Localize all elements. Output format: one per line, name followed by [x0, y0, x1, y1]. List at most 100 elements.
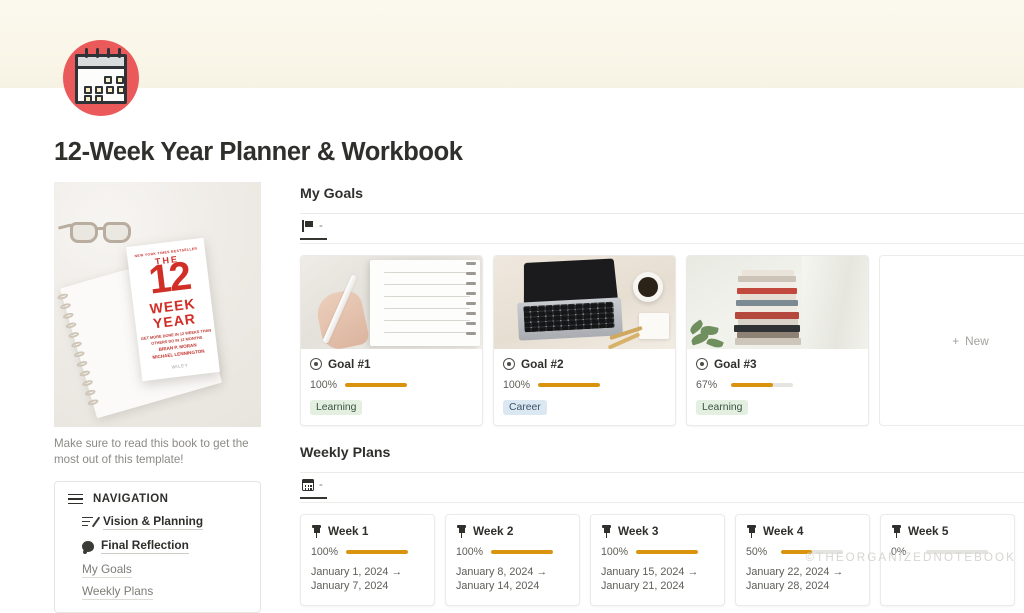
week-progress-bar — [346, 550, 408, 553]
goal-progress-bar — [731, 383, 793, 386]
book-caption: Make sure to read this book to get the m… — [54, 436, 261, 467]
goal-progress: 100% — [503, 379, 666, 391]
week-title: Week 3 — [618, 524, 658, 538]
nav-sub-label: My Goals — [82, 562, 132, 578]
vision-planning-icon — [82, 517, 96, 528]
week-date-range: January 15, 2024 → January 21, 2024 — [601, 565, 714, 594]
week-card[interactable]: Week 5 0% — [880, 514, 1015, 606]
goals-view-tab[interactable]: - — [300, 220, 327, 240]
goal-card[interactable]: Goal #2 100% Career — [493, 255, 676, 426]
goals-view-tab-label: - — [319, 220, 323, 232]
banner-gradient — [0, 0, 1024, 88]
weekly-plans-heading: Weekly Plans — [300, 445, 1024, 461]
new-goal-label: New — [965, 334, 989, 348]
laptop-desk-photo — [494, 256, 675, 349]
week-card[interactable]: Week 1 100% January 1, 2024 → January 7,… — [300, 514, 435, 606]
goal-progress-pct: 100% — [503, 379, 530, 391]
goal-progress-pct: 67% — [696, 379, 723, 391]
calendar-glyph — [75, 54, 127, 104]
book-stack-photo — [687, 256, 868, 349]
week-cards-row: Week 1 100% January 1, 2024 → January 7,… — [300, 514, 1024, 606]
goal-tag: Learning — [696, 400, 748, 415]
weekly-view-tab[interactable]: - — [300, 479, 327, 499]
week-progress: 50% — [746, 546, 859, 558]
navigation-heading: NAVIGATION — [93, 493, 169, 505]
pin-icon — [746, 525, 757, 538]
calendar-icon — [302, 479, 314, 491]
pin-icon — [601, 525, 612, 538]
week-progress-pct: 50% — [746, 546, 773, 558]
goal-card-body: Goal #1 100% Learning — [301, 349, 482, 425]
goal-progress-pct: 100% — [310, 379, 337, 391]
week-title-row: Week 1 — [311, 524, 424, 538]
nav-link-vision-planning[interactable]: Vision & Planning — [82, 514, 247, 530]
glasses-prop — [70, 220, 138, 246]
nav-link-final-reflection[interactable]: Final Reflection — [82, 538, 247, 554]
goal-thumbnail — [687, 256, 868, 349]
goals-view-tabs: - — [300, 216, 1024, 244]
week-progress-bar — [926, 550, 988, 553]
nav-link-my-goals[interactable]: My Goals — [82, 562, 247, 576]
nav-sub-label: Weekly Plans — [82, 584, 153, 600]
goal-title: Goal #2 — [521, 357, 564, 371]
nav-link-label: Vision & Planning — [103, 514, 203, 530]
goal-card[interactable]: Goal #3 67% Learning — [686, 255, 869, 426]
goal-title: Goal #3 — [714, 357, 757, 371]
week-progress-bar — [636, 550, 698, 553]
new-goal-button[interactable]: + New — [879, 255, 1024, 426]
week-title-row: Week 5 — [891, 524, 1004, 538]
week-progress: 100% — [311, 546, 424, 558]
book-cover-12-week-year: NEW YORK TIMES BESTSELLER THE 12 WEEK YE… — [126, 238, 220, 381]
week-progress-pct: 100% — [311, 546, 338, 558]
main-content: My Goals - — [300, 186, 1024, 606]
goal-tag: Learning — [310, 400, 362, 415]
goal-progress-bar — [538, 383, 600, 386]
goal-card-body: Goal #2 100% Career — [494, 349, 675, 425]
book-publisher: WILEY — [141, 359, 219, 373]
week-title-row: Week 3 — [601, 524, 714, 538]
week-progress-pct: 0% — [891, 546, 918, 558]
target-icon — [503, 358, 515, 370]
week-title: Week 4 — [763, 524, 803, 538]
week-progress: 100% — [456, 546, 569, 558]
left-column: NEW YORK TIMES BESTSELLER THE 12 WEEK YE… — [54, 182, 261, 613]
week-progress-bar — [781, 550, 843, 553]
goal-title-row: Goal #2 — [503, 357, 666, 371]
goal-thumbnail — [494, 256, 675, 349]
page-cover-banner — [0, 0, 1024, 88]
goal-title-row: Goal #3 — [696, 357, 859, 371]
section-divider — [300, 472, 1024, 473]
calendar-header-band — [78, 57, 124, 69]
goal-progress: 67% — [696, 379, 859, 391]
week-title: Week 5 — [908, 524, 948, 538]
week-card[interactable]: Week 4 50% January 22, 2024 → January 28… — [735, 514, 870, 606]
week-progress-bar — [491, 550, 553, 553]
goal-progress-bar — [345, 383, 407, 386]
pin-icon — [456, 525, 467, 538]
week-card[interactable]: Week 3 100% January 15, 2024 → January 2… — [590, 514, 725, 606]
calendar-icon[interactable] — [63, 40, 139, 116]
goal-title: Goal #1 — [328, 357, 371, 371]
my-goals-heading: My Goals — [300, 186, 1024, 202]
goal-cards-row: Goal #1 100% Learning — [300, 255, 1024, 426]
target-icon — [696, 358, 708, 370]
nav-link-weekly-plans[interactable]: Weekly Plans — [82, 584, 247, 598]
week-title-row: Week 4 — [746, 524, 859, 538]
week-card[interactable]: Week 2 100% January 8, 2024 → January 14… — [445, 514, 580, 606]
target-icon — [310, 358, 322, 370]
section-divider — [300, 213, 1024, 214]
week-progress-pct: 100% — [456, 546, 483, 558]
goal-tag: Career — [503, 400, 547, 415]
notebook-planning-photo — [301, 256, 482, 349]
goal-card[interactable]: Goal #1 100% Learning — [300, 255, 483, 426]
week-progress: 0% — [891, 546, 1004, 558]
pin-icon — [311, 525, 322, 538]
page-title: 12-Week Year Planner & Workbook — [54, 138, 463, 167]
week-date-range: January 22, 2024 → January 28, 2024 — [746, 565, 859, 594]
navigation-card: NAVIGATION Vision & Planning Final Refle… — [54, 481, 261, 613]
week-title: Week 2 — [473, 524, 513, 538]
week-date-range: January 8, 2024 → January 14, 2024 — [456, 565, 569, 594]
nav-link-label: Final Reflection — [101, 538, 189, 554]
week-title-row: Week 2 — [456, 524, 569, 538]
navigation-header: NAVIGATION — [68, 493, 247, 505]
